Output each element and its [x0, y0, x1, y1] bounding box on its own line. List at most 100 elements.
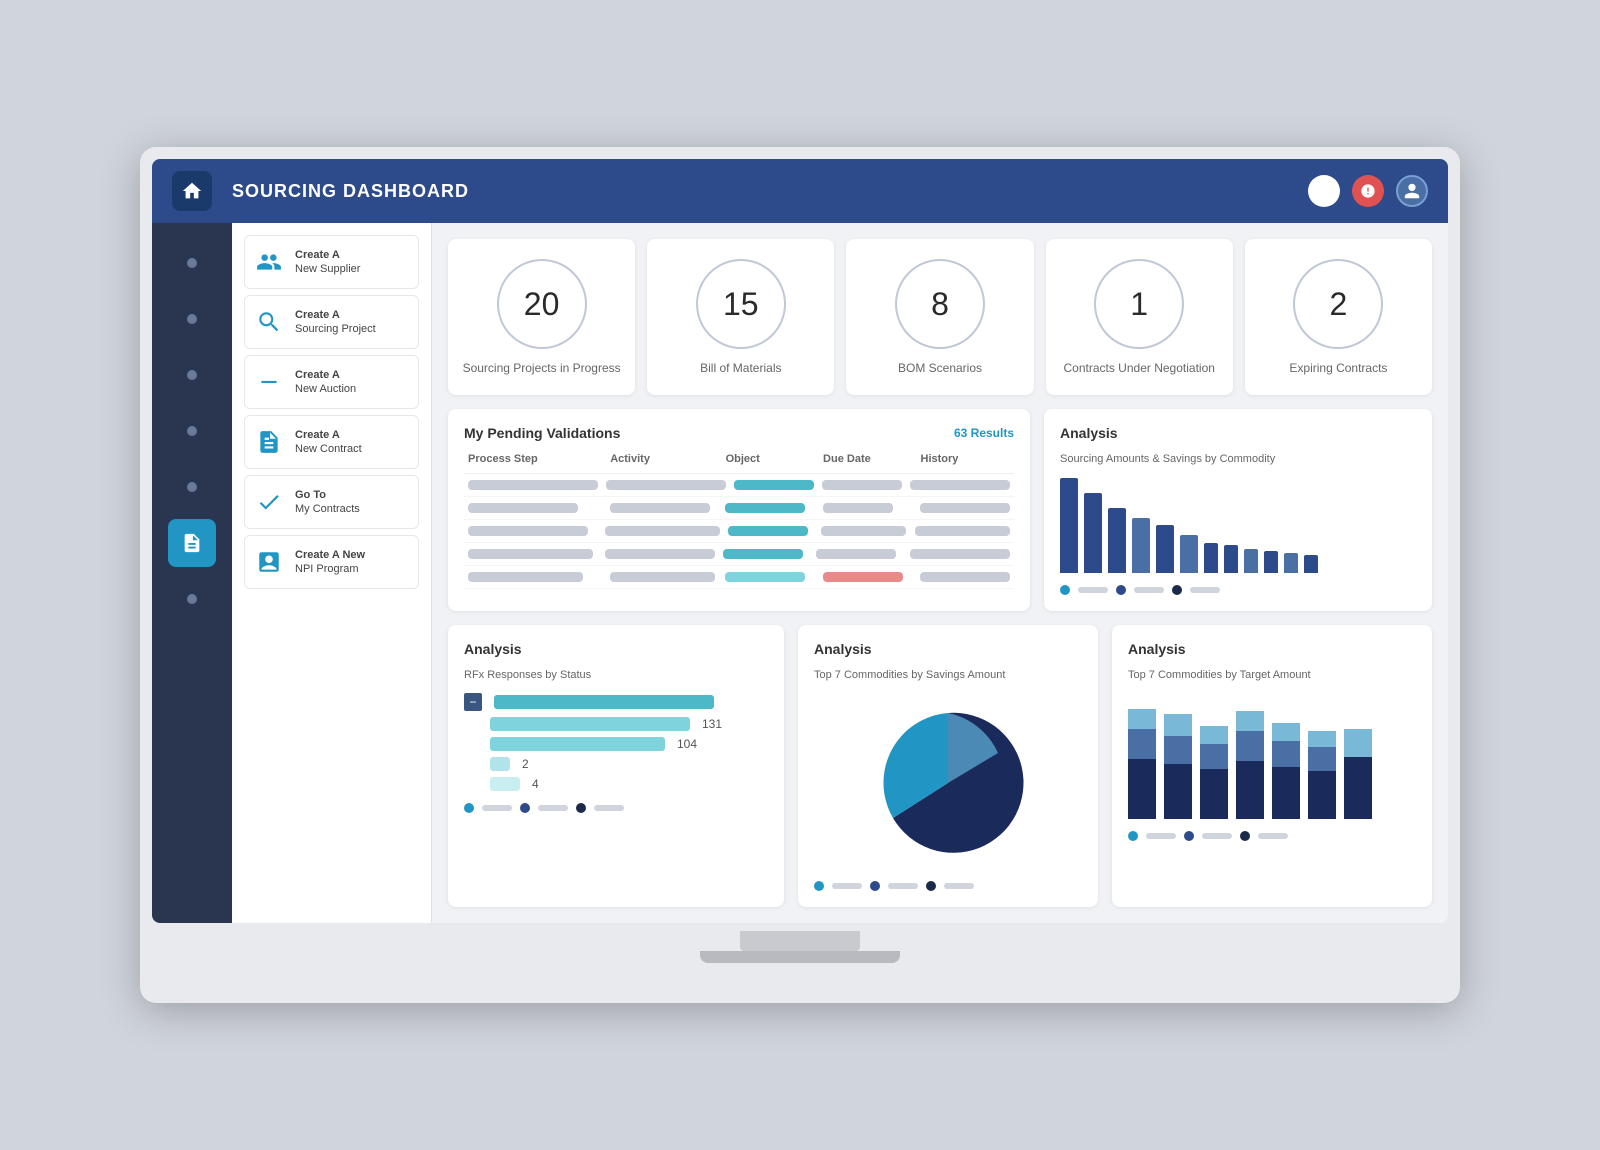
- rfx-title: Analysis: [464, 641, 522, 657]
- rfx-subtitle: RFx Responses by Status: [464, 669, 768, 681]
- cell-history: [915, 526, 1010, 536]
- pie-subtitle: Top 7 Commodities by Savings Amount: [814, 669, 1082, 681]
- seg-light-6: [1344, 729, 1372, 757]
- rfx-toggle[interactable]: −: [464, 693, 482, 711]
- cell-object: [725, 572, 805, 582]
- results-badge: 63 Results: [954, 426, 1014, 440]
- stacked-group-1: [1164, 714, 1192, 819]
- rfx-bar-4: [490, 777, 520, 791]
- header-icons: [1308, 175, 1428, 207]
- seg-dark-3: [1236, 761, 1264, 819]
- stand-base: [700, 951, 900, 963]
- bar-6: [1204, 543, 1218, 573]
- dot-inactive-0: [1078, 587, 1108, 593]
- cell-activity: [605, 549, 715, 559]
- bar-4: [1156, 525, 1174, 573]
- seg-dark-1: [1164, 764, 1192, 819]
- analysis-bar-header: Analysis: [1060, 425, 1416, 441]
- target-analysis-card: Analysis Top 7 Commodities by Target Amo…: [1112, 625, 1432, 907]
- kpi-bom-scenarios: 8 BOM Scenarios: [846, 239, 1033, 395]
- sourcing-icon: [253, 306, 285, 338]
- rfx-header: Analysis: [464, 641, 768, 657]
- alert-icon[interactable]: [1352, 175, 1384, 207]
- stacked-group-6: [1344, 729, 1372, 819]
- seg-medium-5: [1308, 747, 1336, 771]
- bar-chart: [1060, 477, 1416, 577]
- pie-dot-0: [814, 881, 824, 891]
- cell-history: [910, 549, 1010, 559]
- pie-dot-1: [870, 881, 880, 891]
- kpi-value-2: 8: [931, 286, 949, 323]
- rfx-dot-0: [464, 803, 474, 813]
- main-content: 20 Sourcing Projects in Progress 15 Bill…: [432, 223, 1448, 923]
- dot-active-1: [1116, 585, 1126, 595]
- sidebar-item-4[interactable]: [168, 463, 216, 511]
- stacked-group-3: [1236, 711, 1264, 819]
- sidebar-dot-1: [187, 314, 197, 324]
- dot-active-0: [1060, 585, 1070, 595]
- notification-icon[interactable]: [1308, 175, 1340, 207]
- sidebar-item-6[interactable]: [168, 575, 216, 623]
- stacked-chart: [1128, 693, 1416, 823]
- kpi-expiring-contracts: 2 Expiring Contracts: [1245, 239, 1432, 395]
- supplier-icon: [253, 246, 285, 278]
- seg-dark-5: [1308, 771, 1336, 819]
- create-npi-button[interactable]: Create A NewNPI Program: [244, 535, 419, 589]
- target-dot-inactive-0: [1146, 833, 1176, 839]
- header: SOURCING DASHBOARD: [152, 159, 1448, 223]
- create-auction-label: Create ANew Auction: [295, 368, 356, 397]
- user-avatar[interactable]: [1396, 175, 1428, 207]
- kpi-value-1: 15: [723, 286, 759, 323]
- create-supplier-button[interactable]: Create ANew Supplier: [244, 235, 419, 289]
- create-contract-button[interactable]: Create ANew Contract: [244, 415, 419, 469]
- sidebar-item-3[interactable]: [168, 407, 216, 455]
- stacked-group-5: [1308, 731, 1336, 819]
- bar-10: [1284, 553, 1298, 573]
- pending-header: My Pending Validations 63 Results: [464, 425, 1014, 441]
- rfx-bars: − 131 104: [464, 693, 768, 791]
- go-contracts-button[interactable]: Go ToMy Contracts: [244, 475, 419, 529]
- cell-date: [822, 480, 902, 490]
- dot-active-2: [1172, 585, 1182, 595]
- kpi-value-3: 1: [1130, 286, 1148, 323]
- dot-inactive-2: [1190, 587, 1220, 593]
- stacked-group-4: [1272, 723, 1300, 819]
- sidebar-item-1[interactable]: [168, 295, 216, 343]
- cell-step: [468, 480, 598, 490]
- chart-dots-rfx: [464, 803, 768, 813]
- stand-neck: [740, 931, 860, 951]
- seg-medium-1: [1164, 736, 1192, 764]
- kpi-label-1: Bill of Materials: [700, 361, 781, 375]
- table-header: Process Step Activity Object Due Date Hi…: [464, 453, 1014, 474]
- sidebar-item-5[interactable]: [168, 519, 216, 567]
- sidebar-item-2[interactable]: [168, 351, 216, 399]
- kpi-sourcing-progress: 20 Sourcing Projects in Progress: [448, 239, 635, 395]
- cell-activity: [606, 480, 726, 490]
- seg-medium-4: [1272, 741, 1300, 767]
- home-button[interactable]: [172, 171, 212, 211]
- sidebar-dot-6: [187, 594, 197, 604]
- rfx-bar-2: [490, 737, 665, 751]
- cell-date: [823, 572, 903, 582]
- bar-8: [1244, 549, 1258, 573]
- cell-history: [910, 480, 1010, 490]
- bar-0: [1060, 478, 1078, 573]
- pie-analysis-card: Analysis Top 7 Commodities by Savings Am…: [798, 625, 1098, 907]
- seg-light-5: [1308, 731, 1336, 747]
- create-sourcing-button[interactable]: Create ASourcing Project: [244, 295, 419, 349]
- rfx-bar-row-2: 104: [464, 737, 768, 751]
- cell-object: [734, 480, 814, 490]
- seg-light-4: [1272, 723, 1300, 741]
- table-row: [464, 497, 1014, 520]
- bar-1: [1084, 493, 1102, 573]
- create-sourcing-label: Create ASourcing Project: [295, 308, 376, 337]
- sidebar: [152, 223, 232, 923]
- quick-actions-panel: Create ANew Supplier Create ASourcing Pr…: [232, 223, 432, 923]
- sidebar-item-0[interactable]: [168, 239, 216, 287]
- create-auction-button[interactable]: Create ANew Auction: [244, 355, 419, 409]
- kpi-contracts-negotiation: 1 Contracts Under Negotiation: [1046, 239, 1233, 395]
- kpi-label-3: Contracts Under Negotiation: [1064, 361, 1215, 375]
- pie-dot-inactive-2: [944, 883, 974, 889]
- pie-dot-inactive-0: [832, 883, 862, 889]
- cell-history: [920, 572, 1010, 582]
